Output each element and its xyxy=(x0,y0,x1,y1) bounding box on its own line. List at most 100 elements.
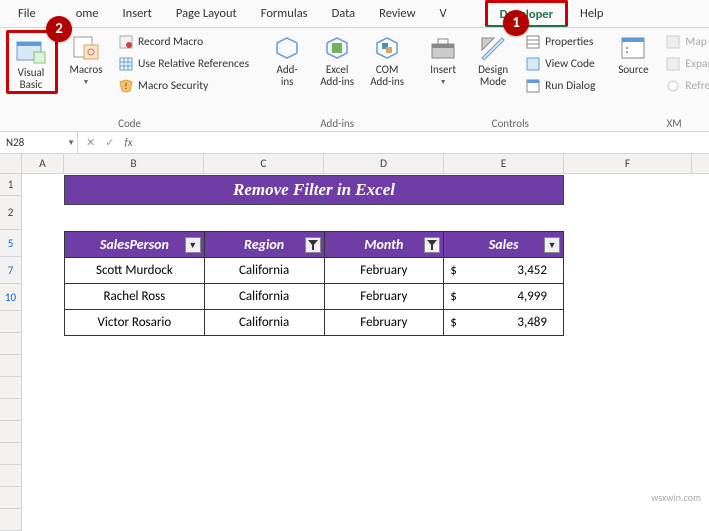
col-header-c[interactable]: C xyxy=(204,154,324,173)
map-icon xyxy=(665,34,681,50)
tab-review[interactable]: Review xyxy=(367,0,427,27)
cell-person[interactable]: Victor Rosario xyxy=(65,310,205,336)
macro-security-button[interactable]: ! Macro Security xyxy=(114,76,253,96)
fx-icon[interactable]: fx xyxy=(124,136,132,149)
table-row: Victor Rosario California February $3,48… xyxy=(65,310,564,336)
th-region[interactable]: Region xyxy=(204,232,324,258)
th-label: Sales xyxy=(489,236,519,253)
row-header[interactable] xyxy=(0,465,22,487)
col-header-f[interactable]: F xyxy=(564,154,692,173)
col-header-d[interactable]: D xyxy=(324,154,444,173)
name-box-value: N28 xyxy=(6,136,24,149)
cell-month[interactable]: February xyxy=(324,284,444,310)
cell-sales[interactable]: $3,489 xyxy=(444,310,564,336)
relative-refs-button[interactable]: Use Relative References xyxy=(114,54,253,74)
tab-page-layout[interactable]: Page Layout xyxy=(164,0,249,27)
record-macro-button[interactable]: Record Macro xyxy=(114,32,253,52)
col-header-b[interactable]: B xyxy=(64,154,204,173)
design-mode-button[interactable]: Design Mode xyxy=(471,30,515,88)
cell-month[interactable]: February xyxy=(324,258,444,284)
insert-control-label: Insert xyxy=(430,64,456,76)
visual-basic-icon xyxy=(15,37,47,65)
macros-label: Macros xyxy=(69,64,102,76)
insert-control-button[interactable]: Insert ▼ xyxy=(421,30,465,86)
filter-dropdown-icon[interactable]: ▼ xyxy=(544,237,560,253)
row-header[interactable]: 5 xyxy=(0,230,22,257)
map-properties-button[interactable]: Map Prop xyxy=(661,32,709,52)
tab-data[interactable]: Data xyxy=(320,0,368,27)
filter-active-icon[interactable] xyxy=(305,237,321,253)
grid-icon xyxy=(118,56,134,72)
row-header[interactable] xyxy=(0,311,22,333)
cell-sales[interactable]: $4,999 xyxy=(444,284,564,310)
row-header[interactable] xyxy=(0,377,22,399)
table-row: Scott Murdock California February $3,452 xyxy=(65,258,564,284)
select-all-corner[interactable] xyxy=(0,154,22,173)
addins-label: Add- ins xyxy=(276,64,297,88)
th-sales[interactable]: Sales ▼ xyxy=(444,232,564,258)
toolbox-icon xyxy=(427,34,459,62)
check-icon[interactable]: ✓ xyxy=(105,136,114,149)
row-header[interactable] xyxy=(0,333,22,355)
row-header[interactable] xyxy=(0,487,22,509)
run-dialog-label: Run Dialog xyxy=(545,79,595,93)
col-header-e[interactable]: E xyxy=(444,154,564,173)
cell-month[interactable]: February xyxy=(324,310,444,336)
record-macro-icon xyxy=(118,34,134,50)
cell-region[interactable]: California xyxy=(204,310,324,336)
th-label: Region xyxy=(244,236,284,253)
excel-addins-label: Excel Add-ins xyxy=(320,64,354,88)
row-header[interactable]: 10 xyxy=(0,284,22,311)
row-header[interactable] xyxy=(0,443,22,465)
addins-button[interactable]: Add- ins xyxy=(265,30,309,88)
com-addins-button[interactable]: COM Add-ins xyxy=(365,30,409,88)
cancel-icon[interactable]: ✕ xyxy=(86,136,95,149)
watermark: wsxwin.com xyxy=(651,491,701,504)
filter-active-icon[interactable] xyxy=(424,237,440,253)
row-header[interactable] xyxy=(0,421,22,443)
macros-button[interactable]: Macros ▼ xyxy=(64,30,108,86)
dialog-icon xyxy=(525,78,541,94)
source-button[interactable]: Source xyxy=(611,30,655,76)
cell-region[interactable]: California xyxy=(204,258,324,284)
tab-bar: File ome Insert Page Layout Formulas Dat… xyxy=(0,0,709,28)
visual-basic-button[interactable]: Visual Basic xyxy=(9,33,53,91)
th-salesperson[interactable]: SalesPerson▼ xyxy=(65,232,205,258)
run-dialog-button[interactable]: Run Dialog xyxy=(521,76,599,96)
row-header[interactable]: 2 xyxy=(0,196,22,230)
cell-person[interactable]: Rachel Ross xyxy=(65,284,205,310)
group-controls-label: Controls xyxy=(421,115,599,131)
cell-sales[interactable]: $3,452 xyxy=(444,258,564,284)
chevron-down-icon[interactable]: ▼ xyxy=(67,138,75,148)
excel-addins-icon xyxy=(321,34,353,62)
col-header-a[interactable]: A xyxy=(22,154,64,173)
sales-value: 3,489 xyxy=(517,315,547,330)
properties-button[interactable]: Properties xyxy=(521,32,599,52)
row-header[interactable] xyxy=(0,399,22,421)
page-title: Remove Filter in Excel xyxy=(64,175,564,205)
th-month[interactable]: Month xyxy=(324,232,444,258)
name-box[interactable]: N28 ▼ xyxy=(0,132,78,153)
tab-formulas[interactable]: Formulas xyxy=(249,0,320,27)
row-header[interactable] xyxy=(0,355,22,377)
group-addins-label: Add-ins xyxy=(265,115,409,131)
tab-help[interactable]: Help xyxy=(568,0,615,27)
cell-person[interactable]: Scott Murdock xyxy=(65,258,205,284)
expansion-button[interactable]: Expansion xyxy=(661,54,709,74)
th-label: Month xyxy=(364,236,403,253)
row-header[interactable] xyxy=(0,509,22,531)
tab-view[interactable]: V xyxy=(428,0,485,27)
filter-dropdown-icon[interactable]: ▼ xyxy=(185,237,201,253)
row-header[interactable]: 7 xyxy=(0,257,22,284)
excel-addins-button[interactable]: Excel Add-ins xyxy=(315,30,359,88)
chevron-down-icon: ▼ xyxy=(83,78,90,86)
tab-file[interactable]: File xyxy=(6,0,48,27)
group-code-label: Code xyxy=(6,115,253,131)
fx-controls: ✕ ✓ fx xyxy=(78,136,141,149)
cell-region[interactable]: California xyxy=(204,284,324,310)
view-code-button[interactable]: View Code xyxy=(521,54,599,74)
refresh-button[interactable]: Refresh D xyxy=(661,76,709,96)
tab-insert[interactable]: Insert xyxy=(111,0,164,27)
expansion-icon xyxy=(665,56,681,72)
row-header[interactable]: 1 xyxy=(0,174,22,196)
